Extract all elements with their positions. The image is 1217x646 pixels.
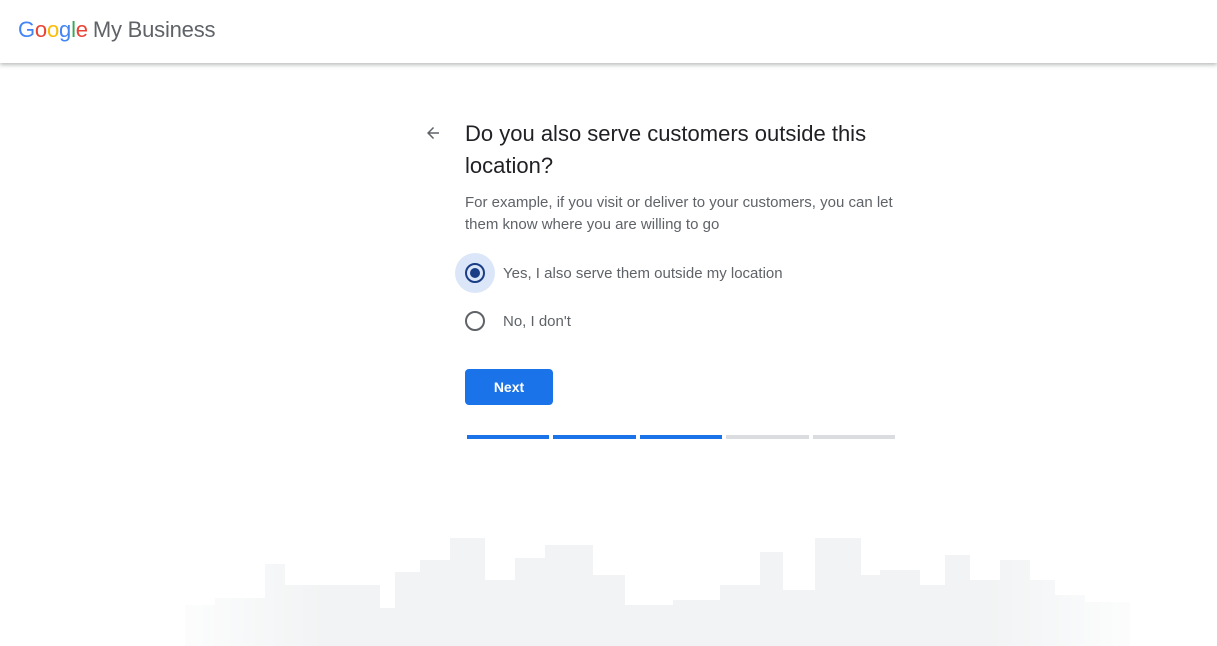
progress-segment-complete [553, 435, 636, 439]
logo-letter: o [34, 17, 47, 42]
logo-letter: G [18, 17, 35, 42]
option-yes-label: Yes, I also serve them outside my locati… [503, 264, 783, 282]
arrow-back-icon [427, 127, 439, 139]
logo-letter: e [75, 17, 88, 42]
progress-segment-pending [812, 435, 896, 439]
progress-segment-pending [726, 435, 809, 439]
progress-segment-complete [639, 435, 723, 439]
page-title: Do you also serve customers outside this… [465, 121, 867, 178]
back-button[interactable] [420, 120, 446, 146]
radio-focus-ring [455, 253, 495, 293]
page-subtitle: For example, if you visit or deliver to … [465, 194, 893, 233]
logo-letter: o [46, 17, 60, 42]
progress-segment-complete [467, 435, 550, 439]
next-button[interactable]: Next [465, 369, 553, 405]
option-yes-radio[interactable]: Yes, I also serve them outside my locati… [455, 253, 875, 293]
radio-unchecked-icon [465, 311, 485, 331]
option-no-radio[interactable]: No, I don't [455, 301, 875, 341]
onboarding-step: Do you also serve customers outside this… [0, 0, 1217, 646]
app-header: Go o g l e My Business [0, 0, 1217, 63]
step-progress-bar [467, 435, 896, 439]
option-no-label: No, I don't [503, 312, 571, 330]
radio-checked-icon [465, 263, 485, 283]
google-my-business-logo[interactable]: Go o g l e My Business [18, 17, 216, 47]
radio-focus-ring [455, 301, 495, 341]
product-name: My Business [92, 17, 216, 42]
logo-letter: g [59, 17, 72, 42]
